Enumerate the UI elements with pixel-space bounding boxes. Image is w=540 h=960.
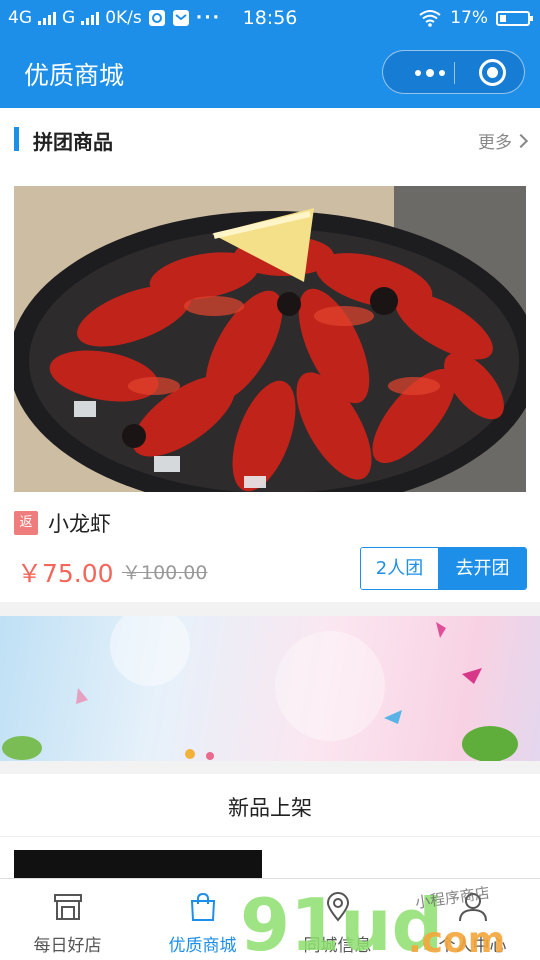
more-label: 更多 (478, 133, 512, 153)
group-buy-buttons: 2人团 去开团 (360, 547, 527, 590)
divider (0, 836, 540, 837)
bottom-tab-bar: 每日好店 优质商城 同城信息 个人中心 (0, 878, 540, 960)
tab-city-info[interactable]: 同城信息 (270, 879, 405, 960)
status-right: 17% (418, 8, 533, 28)
capsule-divider (454, 62, 455, 84)
store-icon (54, 894, 82, 920)
battery-percent: 17% (450, 8, 488, 28)
tab-label: 优质商城 (168, 936, 237, 956)
product-original-price: ￥100.00 (122, 562, 208, 584)
tab-profile[interactable]: 个人中心 (405, 879, 540, 960)
more-link[interactable]: 更多 (478, 128, 529, 153)
product-name: 小龙虾 (48, 512, 111, 536)
battery-icon (496, 10, 533, 26)
page: 4G G 0K/s ··· 18:56 17% 优质商城 拼团商品 更多 返 小… (0, 0, 540, 960)
open-group-button[interactable]: 去开团 (439, 548, 526, 589)
status-bar: 4G G 0K/s ··· 18:56 17% (0, 0, 540, 36)
product-title-row[interactable]: 返 小龙虾 (14, 508, 111, 538)
section-title: 拼团商品 (33, 130, 113, 154)
chevron-right-icon (513, 133, 529, 148)
shopping-bag-icon (190, 892, 216, 921)
promo-banner[interactable] (0, 616, 540, 761)
tab-label: 个人中心 (438, 936, 507, 956)
group-purchase-card: 拼团商品 更多 返 小龙虾 ￥75.00 ￥100.00 2人团 去开团 (0, 108, 540, 602)
group-size-button[interactable]: 2人团 (361, 548, 439, 589)
more-menu-button[interactable] (405, 51, 455, 95)
section-accent-bar (14, 127, 19, 151)
mini-program-capsule (382, 50, 525, 94)
tab-quality-mall[interactable]: 优质商城 (135, 879, 270, 960)
tab-label: 同城信息 (303, 936, 372, 956)
banner-artwork (2, 616, 518, 761)
user-icon (459, 893, 487, 922)
tab-daily-store[interactable]: 每日好店 (0, 879, 135, 960)
tab-label: 每日好店 (33, 936, 102, 956)
rebate-badge: 返 (14, 511, 38, 535)
location-pin-icon (326, 892, 350, 922)
wifi-icon (419, 10, 441, 27)
crayfish-photo (14, 186, 526, 492)
top-bar: 4G G 0K/s ··· 18:56 17% 优质商城 (0, 0, 540, 108)
page-title: 优质商城 (24, 61, 125, 90)
product-price: ￥75.00 (17, 559, 114, 588)
close-program-button[interactable] (479, 59, 506, 86)
product-image[interactable] (14, 186, 526, 492)
new-arrivals-title: 新品上架 (228, 796, 312, 820)
section-header: 拼团商品 更多 (0, 108, 540, 170)
